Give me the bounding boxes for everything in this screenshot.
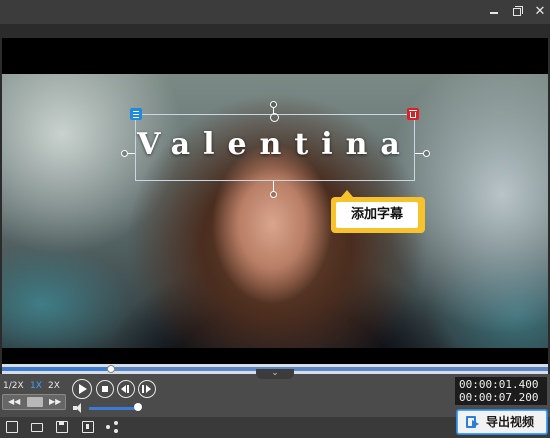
volume-slider-knob[interactable] bbox=[134, 403, 142, 411]
close-icon[interactable]: ✕ bbox=[530, 2, 550, 22]
previous-frame-icon[interactable] bbox=[117, 380, 135, 398]
rotate-handle[interactable] bbox=[270, 113, 279, 122]
next-frame-icon[interactable] bbox=[138, 380, 156, 398]
export-video-icon bbox=[466, 416, 480, 428]
speed-selector: 1/2X 1X 2X bbox=[2, 378, 66, 394]
speed-slider-knob[interactable] bbox=[27, 397, 43, 407]
stop-icon[interactable] bbox=[96, 380, 114, 398]
minimize-icon[interactable] bbox=[484, 2, 504, 22]
video-preview[interactable] bbox=[2, 38, 548, 364]
save-icon[interactable] bbox=[56, 421, 68, 433]
total-time: 00:00:07.200 bbox=[459, 391, 539, 404]
add-subtitle-label[interactable]: 添加字幕 bbox=[336, 202, 418, 228]
speed-up-icon[interactable]: ▶▶ bbox=[49, 397, 61, 407]
collapse-toggle[interactable]: ⌄ bbox=[256, 369, 294, 379]
speed-slider[interactable]: ◀◀ ▶▶ bbox=[2, 394, 66, 410]
share-icon[interactable] bbox=[106, 421, 118, 433]
subtitle-selection-box[interactable]: Valentina bbox=[135, 114, 415, 181]
resize-handle-right[interactable] bbox=[423, 150, 430, 157]
resize-handle-bottom[interactable] bbox=[270, 191, 277, 198]
volume-icon[interactable] bbox=[73, 403, 85, 413]
time-display: 00:00:01.400 00:00:07.200 bbox=[455, 377, 547, 405]
handle-connector bbox=[415, 153, 423, 154]
open-folder-icon[interactable] bbox=[31, 421, 43, 433]
speed-half-option[interactable]: 1/2X bbox=[3, 378, 24, 394]
current-time: 00:00:01.400 bbox=[459, 378, 539, 391]
export-video-button[interactable]: 导出视频 bbox=[457, 410, 547, 434]
export-video-label: 导出视频 bbox=[486, 415, 535, 429]
handle-connector bbox=[273, 181, 274, 191]
resize-handle-top[interactable] bbox=[270, 101, 277, 108]
volume-slider-track[interactable] bbox=[89, 407, 138, 410]
resize-handle-left[interactable] bbox=[121, 150, 128, 157]
title-bar bbox=[0, 0, 550, 24]
subtitle-text[interactable]: Valentina bbox=[136, 127, 414, 162]
delete-subtitle-icon[interactable] bbox=[407, 108, 419, 120]
play-icon[interactable] bbox=[72, 379, 92, 399]
speed-1x-option[interactable]: 1X bbox=[30, 378, 42, 394]
handle-connector bbox=[128, 153, 135, 154]
speed-down-icon[interactable]: ◀◀ bbox=[8, 397, 20, 407]
add-subtitle-tooltip[interactable]: 添加字幕 bbox=[331, 190, 425, 233]
save-as-icon[interactable] bbox=[82, 421, 94, 433]
timeline-progress bbox=[2, 367, 111, 371]
maximize-icon[interactable] bbox=[507, 2, 527, 22]
new-project-icon[interactable] bbox=[6, 421, 18, 433]
speed-2x-option[interactable]: 2X bbox=[48, 378, 60, 394]
subtitle-list-icon[interactable] bbox=[130, 108, 142, 120]
timeline-scrubber[interactable] bbox=[107, 365, 115, 373]
